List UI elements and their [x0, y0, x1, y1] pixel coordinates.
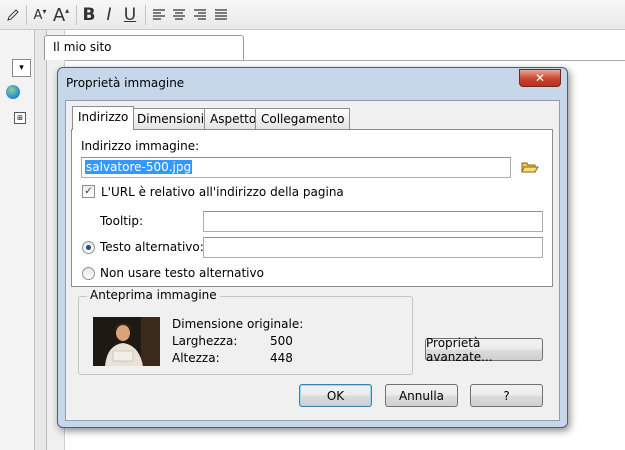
bold-button[interactable]: B: [80, 5, 98, 25]
alt-text-label: Testo alternativo:: [100, 240, 204, 254]
align-center-icon[interactable]: [171, 5, 187, 25]
globe-icon[interactable]: [6, 85, 20, 99]
help-button[interactable]: ?: [470, 384, 543, 407]
formatting-toolbar: A ▾ A ▴ B I U: [0, 0, 625, 30]
close-button[interactable]: ✕: [519, 69, 561, 87]
height-value: 448: [270, 351, 293, 365]
height-label: Altezza:: [172, 351, 220, 365]
font-larger-button[interactable]: A ▴: [50, 5, 72, 26]
address-label: Indirizzo immagine:: [81, 139, 200, 153]
relative-url-label: L'URL è relativo all'indirizzo della pag…: [101, 185, 344, 199]
no-alt-text-radio[interactable]: [82, 267, 95, 280]
tooltip-input[interactable]: [203, 211, 543, 232]
align-left-icon[interactable]: [151, 5, 167, 25]
alt-text-radio[interactable]: [82, 241, 95, 254]
image-properties-dialog: Proprietà immagine ✕ Indirizzo Dimension…: [57, 67, 568, 428]
underline-button[interactable]: U: [121, 5, 139, 25]
width-value: 500: [270, 334, 293, 348]
advanced-properties-button[interactable]: Proprietà avanzate...: [425, 336, 543, 364]
font-smaller-button[interactable]: A ▾: [30, 5, 50, 25]
tab-site[interactable]: Il mio sito: [44, 35, 244, 60]
align-right-icon[interactable]: [192, 5, 208, 25]
preview-legend: Anteprima immagine: [87, 288, 220, 302]
width-label: Larghezza:: [172, 334, 238, 348]
tab-panel-indirizzo: Indirizzo immagine: salvatore-500.jpg ✓ …: [71, 129, 553, 287]
side-panel-splitter[interactable]: [35, 30, 47, 450]
tab-collegamento[interactable]: Collegamento: [255, 108, 351, 129]
ok-button[interactable]: OK: [299, 384, 372, 407]
folder-open-icon[interactable]: [521, 160, 539, 174]
tab-dimensioni[interactable]: Dimensioni: [131, 108, 211, 129]
relative-url-checkbox[interactable]: ✓: [82, 185, 95, 198]
tab-aspetto[interactable]: Aspetto: [204, 108, 263, 129]
image-thumbnail: [93, 317, 160, 366]
preview-group: Anteprima immagine Dimensione originale:…: [78, 288, 413, 375]
dialog-title: Proprietà immagine: [66, 76, 185, 90]
no-alt-text-label: Non usare testo alternativo: [100, 266, 264, 280]
justify-icon[interactable]: [213, 5, 229, 25]
italic-button[interactable]: I: [100, 5, 118, 25]
original-size-label: Dimensione originale:: [172, 317, 304, 331]
image-address-input[interactable]: salvatore-500.jpg: [81, 157, 511, 178]
layout-icon[interactable]: ⊞: [14, 112, 26, 124]
dropdown-arrow-button[interactable]: ▾: [12, 59, 31, 77]
alt-text-input[interactable]: [203, 237, 543, 258]
pencil-icon[interactable]: [4, 5, 22, 25]
cancel-button[interactable]: Annulla: [385, 384, 458, 407]
dialog-body: Indirizzo Dimensioni Aspetto Collegament…: [65, 100, 560, 421]
tooltip-label: Tooltip:: [100, 214, 144, 228]
tab-indirizzo[interactable]: Indirizzo: [72, 106, 135, 130]
